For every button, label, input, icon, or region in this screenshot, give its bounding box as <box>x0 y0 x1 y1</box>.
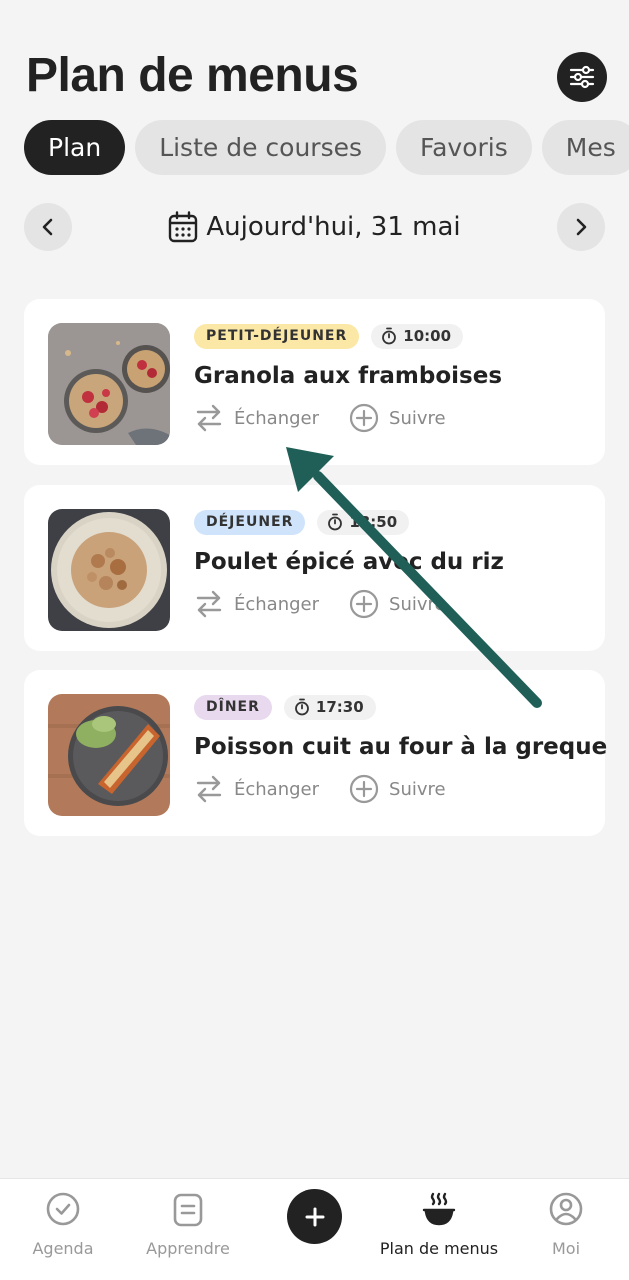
steaming-bowl-icon <box>422 1192 456 1226</box>
track-label: Suivre <box>389 593 446 615</box>
recipe-title[interactable]: Poulet épicé avec du riz <box>194 549 595 575</box>
meal-card-body: PETIT-DÉJEUNER 10:00 Granola aux framboi… <box>194 323 595 433</box>
plus-icon <box>305 1207 324 1226</box>
nav-menu-plan-label: Plan de menus <box>379 1239 499 1258</box>
add-circle-icon <box>349 403 379 433</box>
meal-card-breakfast[interactable]: PETIT-DÉJEUNER 10:00 Granola aux framboi… <box>24 299 605 465</box>
meal-time: 10:00 <box>403 326 452 345</box>
tab-favorites[interactable]: Favoris <box>396 120 532 175</box>
calendar-icon <box>169 211 198 243</box>
meal-type-badge: DÎNER <box>194 694 272 720</box>
previous-day-button[interactable] <box>24 203 72 251</box>
stopwatch-icon <box>328 513 343 531</box>
track-label: Suivre <box>389 778 446 800</box>
stopwatch-icon <box>294 698 309 716</box>
nav-agenda-label: Agenda <box>32 1239 94 1258</box>
nav-agenda[interactable]: Agenda <box>0 1187 126 1258</box>
date-navigation: Aujourd'hui, 31 mai <box>24 203 605 251</box>
meal-photo-baked-fish <box>48 694 170 816</box>
next-day-button[interactable] <box>557 203 605 251</box>
track-button[interactable]: Suivre <box>349 589 446 619</box>
meal-time-badge: 17:30 <box>283 694 376 720</box>
date-display[interactable]: Aujourd'hui, 31 mai <box>24 203 605 251</box>
swap-arrows-icon <box>196 404 222 432</box>
header: Plan de menus <box>26 46 609 106</box>
nav-me-label: Moi <box>551 1239 581 1258</box>
nav-menu-plan[interactable]: Plan de menus <box>376 1187 502 1258</box>
swap-button[interactable]: Échanger <box>194 404 319 432</box>
meal-type-badge: DÉJEUNER <box>194 509 306 535</box>
tab-shopping-list[interactable]: Liste de courses <box>135 120 387 175</box>
book-icon <box>173 1193 203 1227</box>
track-button[interactable]: Suivre <box>349 774 446 804</box>
meal-time-badge: 13:50 <box>317 509 410 535</box>
nav-learn[interactable]: Apprendre <box>125 1187 251 1258</box>
meal-type-badge: PETIT-DÉJEUNER <box>194 323 360 349</box>
add-circle-icon <box>349 589 379 619</box>
meal-photo-granola <box>48 323 170 445</box>
swap-arrows-icon <box>196 590 222 618</box>
bottom-navigation: Agenda Apprendre Plan de menus Moi <box>0 1178 629 1280</box>
nav-learn-label: Apprendre <box>146 1239 230 1258</box>
page-title: Plan de menus <box>26 49 359 102</box>
check-circle-icon <box>46 1192 80 1226</box>
filter-button[interactable] <box>557 52 607 102</box>
meal-time: 17:30 <box>315 697 364 716</box>
nav-me[interactable]: Moi <box>503 1187 629 1258</box>
add-circle-icon <box>349 774 379 804</box>
meal-time: 13:50 <box>349 512 398 531</box>
meal-card-dinner[interactable]: DÎNER 17:30 Poisson cuit au four à la gr… <box>24 670 607 836</box>
tab-plan[interactable]: Plan <box>24 120 126 175</box>
swap-button[interactable]: Échanger <box>194 775 319 803</box>
swap-arrows-icon <box>196 775 222 803</box>
meal-photo-chicken-rice <box>48 509 170 631</box>
stopwatch-icon <box>382 327 397 345</box>
chevron-left-icon <box>42 218 53 236</box>
chevron-right-icon <box>576 218 587 236</box>
meal-card-body: DÉJEUNER 13:50 Poulet épicé avec du riz … <box>194 509 595 619</box>
tab-mes[interactable]: Mes <box>541 120 629 175</box>
swap-label: Échanger <box>234 407 320 429</box>
swap-label: Échanger <box>234 593 320 615</box>
tab-bar: Plan Liste de courses Favoris Mes <box>24 120 629 176</box>
date-label: Aujourd'hui, 31 mai <box>206 212 461 242</box>
add-button[interactable] <box>287 1189 342 1244</box>
swap-label: Échanger <box>234 778 320 800</box>
meal-card-body: DÎNER 17:30 Poisson cuit au four à la gr… <box>194 694 607 804</box>
meal-time-badge: 10:00 <box>371 323 464 349</box>
track-button[interactable]: Suivre <box>349 403 446 433</box>
recipe-title[interactable]: Poisson cuit au four à la greque <box>194 734 607 760</box>
meal-card-lunch[interactable]: DÉJEUNER 13:50 Poulet épicé avec du riz … <box>24 485 605 651</box>
track-label: Suivre <box>389 407 446 429</box>
sliders-icon <box>569 65 595 89</box>
recipe-title[interactable]: Granola aux framboises <box>194 363 595 389</box>
user-circle-icon <box>549 1192 583 1226</box>
swap-button[interactable]: Échanger <box>194 590 319 618</box>
